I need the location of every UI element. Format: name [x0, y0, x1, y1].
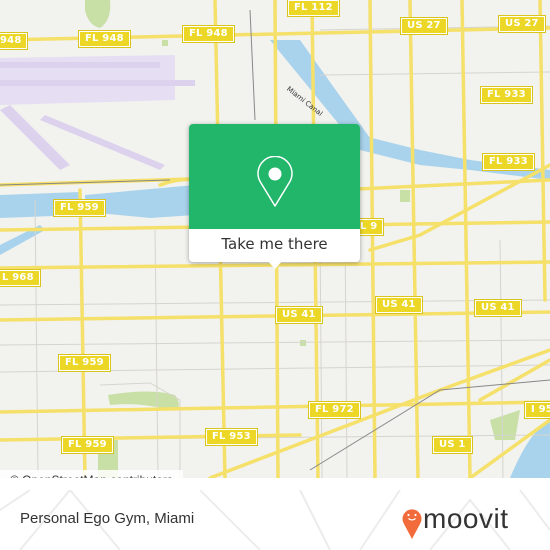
road-shield: US 41: [275, 306, 323, 324]
road-shield: US 41: [375, 296, 423, 314]
road-shield: FL 948: [182, 25, 235, 43]
road-shield: FL 933: [482, 153, 535, 171]
road-shield: 948: [0, 32, 29, 50]
moovit-wordmark: moovit: [423, 503, 509, 534]
road-shield: L 968: [0, 269, 41, 287]
place-name: Personal Ego Gym, Miami: [20, 510, 195, 527]
road-shield: FL 933: [480, 86, 533, 104]
road-shield: FL 959: [53, 199, 106, 217]
map-view[interactable]: 948 FL 948 FL 948 FL 112 US 27 US 27 FL …: [0, 0, 550, 478]
road-shield: US 27: [498, 15, 546, 33]
road-shield: FL 948: [78, 30, 131, 48]
footer-bar: Personal Ego Gym, Miami moovit: [0, 490, 550, 550]
take-me-there-button[interactable]: Take me there: [189, 229, 360, 262]
road-shield: FL 112: [287, 0, 340, 17]
road-shield: FL 959: [58, 354, 111, 372]
road-shield: I 95: [524, 401, 550, 419]
location-popup: Take me there: [189, 124, 360, 269]
moovit-pin-icon: [402, 509, 422, 539]
map-attribution[interactable]: © OpenStreetMap contributors: [0, 470, 183, 478]
map-pin-icon: [257, 156, 293, 207]
road-shield: FL 959: [61, 436, 114, 454]
road-shield: US 27: [400, 17, 448, 35]
road-shield: FL 972: [308, 401, 361, 419]
airport-area: [0, 55, 195, 170]
popup-header: [189, 124, 360, 229]
road-shield: US 41: [474, 299, 522, 317]
popup-pointer: [267, 260, 283, 269]
road-shield: FL 953: [205, 428, 258, 446]
road-shield: US 1: [432, 436, 473, 454]
